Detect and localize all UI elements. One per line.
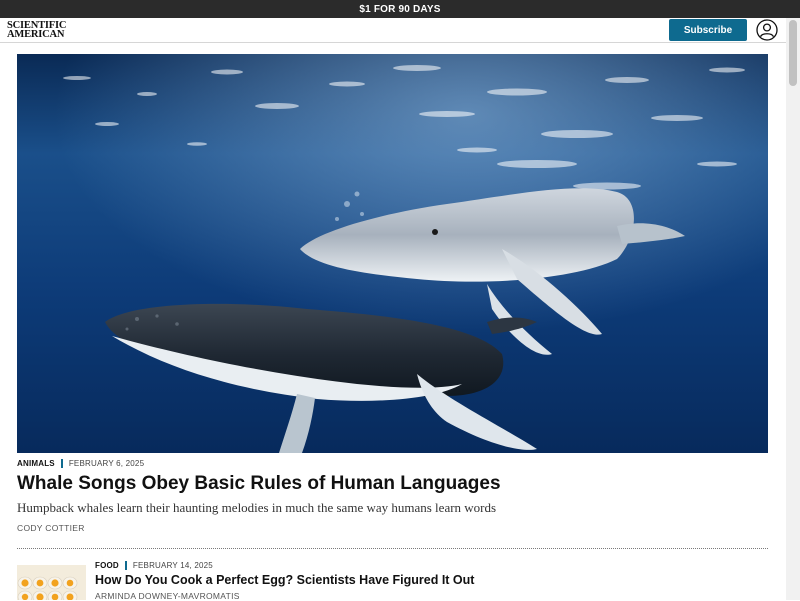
site-header: SCIENTIFIC AMERICAN Subscribe bbox=[0, 18, 786, 43]
site-logo[interactable]: SCIENTIFIC AMERICAN bbox=[7, 20, 77, 40]
subscribe-button[interactable]: Subscribe bbox=[669, 19, 747, 41]
publish-date: FEBRUARY 14, 2025 bbox=[132, 561, 213, 570]
category-label[interactable]: FOOD bbox=[95, 561, 119, 570]
logo-line-2: AMERICAN bbox=[7, 29, 65, 40]
publish-date: FEBRUARY 6, 2025 bbox=[68, 459, 145, 468]
user-circle-icon[interactable] bbox=[756, 19, 778, 41]
promo-banner[interactable]: $1 FOR 90 DAYS bbox=[0, 0, 800, 18]
scrollbar-thumb[interactable] bbox=[789, 20, 797, 86]
category-label[interactable]: ANIMALS bbox=[17, 459, 55, 468]
promo-text[interactable]: $1 FOR 90 DAYS bbox=[359, 4, 440, 15]
featured-article-dek: Humpback whales learn their haunting mel… bbox=[17, 500, 497, 515]
page-scrollbar[interactable] bbox=[786, 18, 800, 600]
meta-separator bbox=[124, 561, 127, 570]
article-meta: FOOD FEBRUARY 14, 2025 bbox=[95, 561, 213, 570]
meta-separator bbox=[60, 459, 63, 468]
section-divider bbox=[17, 548, 768, 549]
eggs-photo[interactable] bbox=[17, 565, 86, 600]
humpback-whales-photo[interactable] bbox=[17, 54, 768, 453]
article-title[interactable]: How Do You Cook a Perfect Egg? Scientist… bbox=[95, 573, 474, 587]
featured-author[interactable]: CODY COTTIER bbox=[17, 523, 85, 533]
featured-meta: ANIMALS FEBRUARY 6, 2025 bbox=[17, 459, 144, 468]
featured-article-title[interactable]: Whale Songs Obey Basic Rules of Human La… bbox=[17, 473, 501, 495]
